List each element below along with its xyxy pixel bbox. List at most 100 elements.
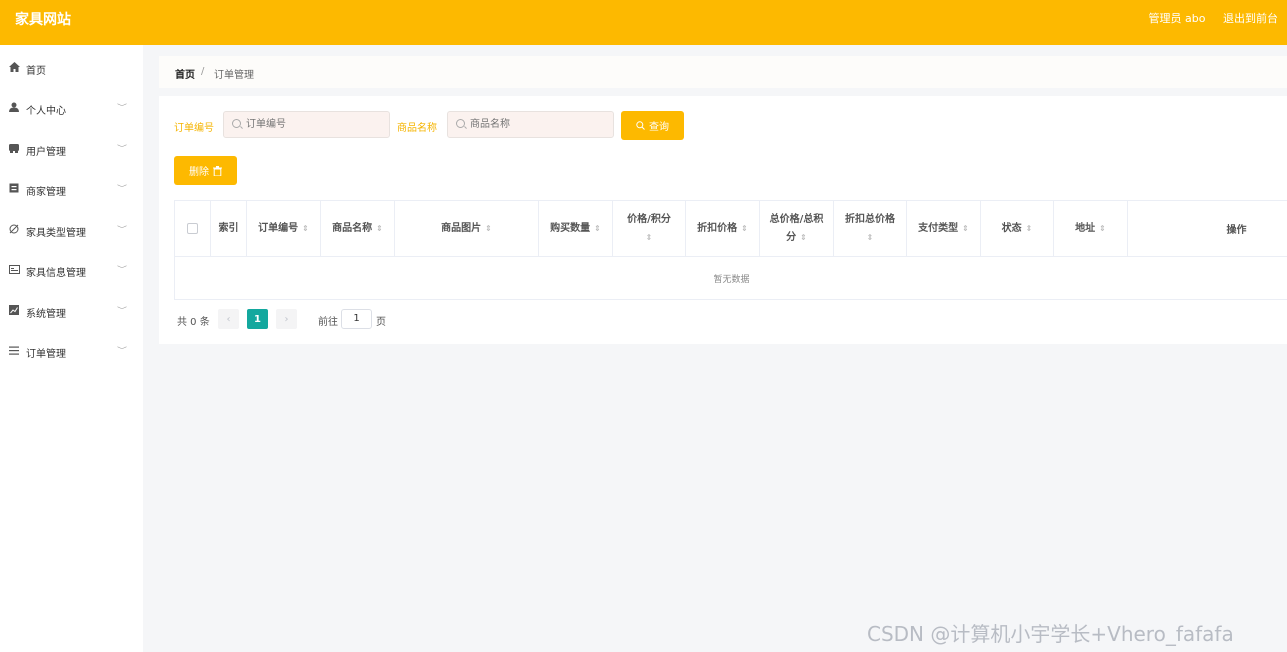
sidebar-item-home[interactable]: 首页 [0,58,143,78]
total-count: 共 0 条 [177,317,210,328]
breadcrumb-separator: / [201,66,205,77]
sidebar-item-furniture-type-management[interactable]: 家具类型管理 ﹀ [0,220,143,240]
column-label: 地址 [1075,222,1096,234]
sort-icon[interactable]: ⇕ [800,233,807,242]
merchant-icon [8,182,20,194]
chevron-down-icon: ﹀ [117,145,127,153]
chevron-down-icon: ﹀ [117,266,127,274]
search-button-label: 查询 [649,122,669,133]
order-no-field[interactable] [223,111,390,138]
page-unit-label: 页 [376,317,386,328]
sort-icon[interactable]: ⇕ [1099,220,1106,238]
column-label: 折扣价格 [697,222,738,234]
column-header-price[interactable]: 价格/积分 ⇕ [613,201,686,257]
sidebar-item-label: 家具类型管理 [26,228,86,239]
column-label: 支付类型 [918,222,959,234]
sidebar-item-merchant-management[interactable]: 商家管理 ﹀ [0,179,143,199]
search-icon [232,119,241,128]
column-header-quantity[interactable]: 购买数量 ⇕ [539,201,613,257]
sort-icon[interactable]: ⇕ [646,229,653,247]
product-name-field[interactable] [447,111,614,138]
column-label: 购买数量 [550,222,591,234]
watermark: CSDN @计算机小宇学长+Vhero_fafafa [867,622,1234,646]
search-icon [456,119,465,128]
select-all-header [175,201,211,257]
product-name-input[interactable] [470,112,600,137]
column-header-discount-price[interactable]: 折扣价格 ⇕ [686,201,760,257]
sort-icon[interactable]: ⇕ [376,220,383,238]
order-no-input[interactable] [246,112,376,137]
column-label: 商品图片 [441,222,482,234]
column-header-product-image[interactable]: 商品图片 ⇕ [395,201,539,257]
sidebar-item-furniture-info-management[interactable]: 家具信息管理 ﹀ [0,260,143,280]
column-header-order-no[interactable]: 订单编号 ⇕ [247,201,321,257]
chart-icon [8,304,20,316]
goto-label: 前往 [318,317,338,328]
column-header-status[interactable]: 状态 ⇕ [981,201,1054,257]
order-no-label: 订单编号 [174,123,214,134]
site-title: 家具网站 [15,12,71,28]
exit-to-frontend-link[interactable]: 退出到前台 [1223,12,1278,25]
empty-state: 暂无数据 [713,275,750,285]
list-icon [8,344,20,356]
chevron-down-icon: ﹀ [117,226,127,234]
page-number-button[interactable]: 1 [247,309,268,329]
sidebar-item-label: 系统管理 [26,309,66,320]
users-icon [8,142,20,154]
sort-icon[interactable]: ⇕ [867,229,874,247]
sort-icon[interactable]: ⇕ [485,220,492,238]
breadcrumb-home[interactable]: 首页 [175,66,195,81]
sort-icon[interactable]: ⇕ [594,220,601,238]
column-header-total-price[interactable]: 总价格/总积分 ⇕ [760,201,834,257]
chevron-down-icon: ﹀ [117,307,127,315]
sort-icon[interactable]: ⇕ [741,220,748,238]
select-all-checkbox[interactable] [187,223,198,234]
column-label: 商品名称 [332,222,373,234]
home-icon [8,61,20,73]
info-icon [8,263,20,275]
column-header-product-name[interactable]: 商品名称 ⇕ [321,201,395,257]
header-actions: 管理员 abo 退出到前台 [1135,10,1278,26]
column-header-index: 索引 [211,201,247,257]
column-label: 价格/积分 [627,213,671,225]
column-label: 索引 [218,222,239,234]
sidebar-item-label: 首页 [26,66,46,77]
sidebar-item-label: 订单管理 [26,349,66,360]
breadcrumb-current: 订单管理 [214,70,254,81]
delete-button[interactable]: 删除 [174,156,237,185]
sidebar-item-personal-center[interactable]: 个人中心 ﹀ [0,98,143,118]
admin-label: 管理员 abo [1148,12,1206,25]
orders-table: 索引 订单编号 ⇕ 商品名称 ⇕ 商品图片 ⇕ 购买数量 ⇕ 价格/积分 ⇕ 折扣价格 ⇕ … [174,200,1287,300]
sidebar-item-label: 家具信息管理 [26,268,86,279]
sidebar-item-order-management[interactable]: 订单管理 ﹀ [0,341,143,361]
search-icon [636,121,645,130]
search-button[interactable]: 查询 [621,111,684,140]
sidebar-item-label: 用户管理 [26,147,66,158]
category-icon [8,223,20,235]
column-header-address[interactable]: 地址 ⇕ [1054,201,1128,257]
product-name-label: 商品名称 [397,123,437,134]
column-label: 操作 [1226,224,1247,236]
sidebar-item-user-management[interactable]: 用户管理 ﹀ [0,139,143,159]
column-label: 订单编号 [258,222,299,234]
chevron-down-icon: ﹀ [117,347,127,355]
sort-icon[interactable]: ⇕ [302,220,309,238]
column-header-discount-total[interactable]: 折扣总价格 ⇕ [834,201,907,257]
goto-page-input[interactable]: 1 [341,309,372,329]
main-panel: 订单编号 商品名称 查询 删除 索引 订单编号⇕ 商品名称⇕ 商品图片⇕ [159,96,1287,344]
breadcrumb: 首页 / 订单管理 [159,56,1287,88]
column-label: 折扣总价格 [845,213,895,225]
sidebar: 首页 个人中心 ﹀ 用户管理 ﹀ 商家管理 ﹀ 家具类型管理 ﹀ 家具信息管理 … [0,45,143,652]
next-page-button[interactable]: › [276,309,297,329]
sort-icon[interactable]: ⇕ [1026,220,1033,238]
sidebar-item-label: 商家管理 [26,187,66,198]
prev-page-button[interactable]: ‹ [218,309,239,329]
sort-icon[interactable]: ⇕ [962,220,969,238]
sidebar-item-system-management[interactable]: 系统管理 ﹀ [0,301,143,321]
chevron-down-icon: ﹀ [117,104,127,112]
column-header-payment-type[interactable]: 支付类型 ⇕ [907,201,981,257]
top-bar: 家具网站 管理员 abo 退出到前台 [0,0,1287,45]
column-header-actions: 操作 [1128,201,1287,257]
delete-button-label: 删除 [189,167,209,178]
trash-icon [213,165,222,176]
